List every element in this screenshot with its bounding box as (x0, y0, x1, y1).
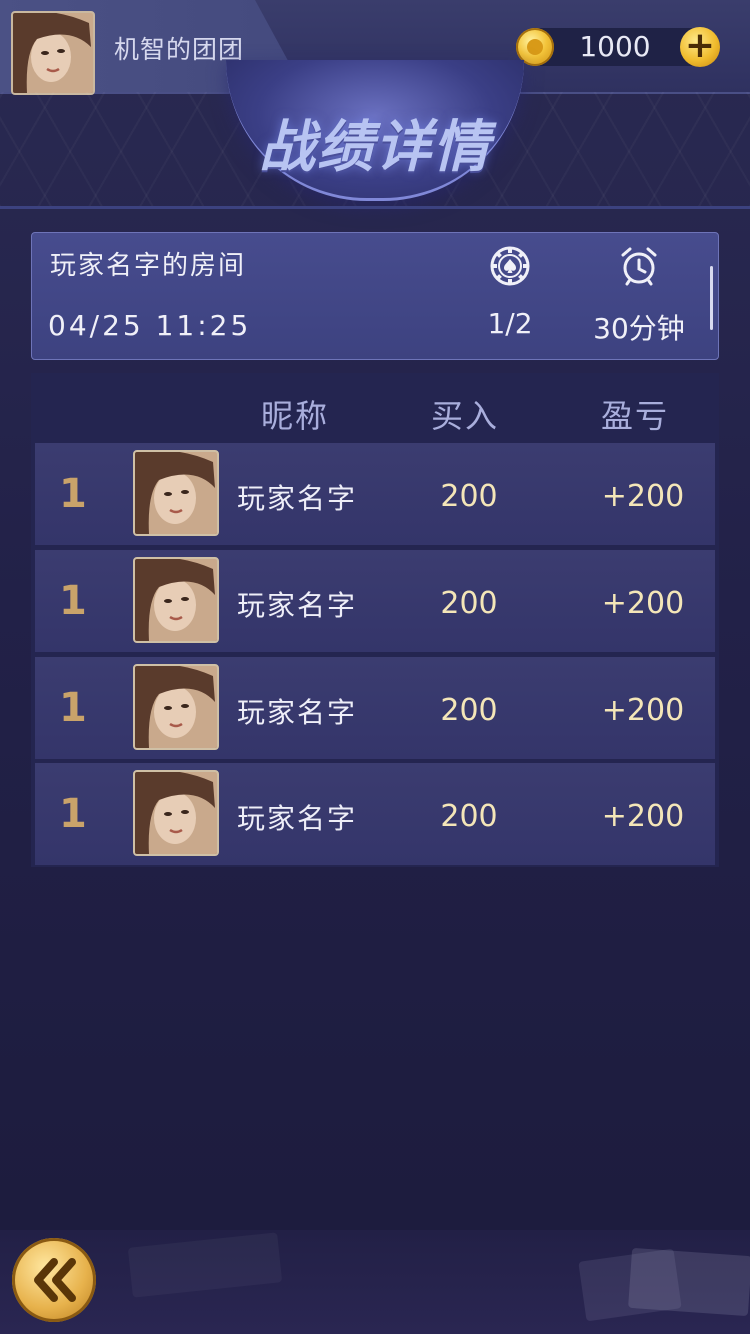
player-buyin: 200 (440, 693, 498, 728)
card-scrollbar[interactable] (710, 266, 713, 330)
user-avatar[interactable] (11, 11, 95, 95)
player-name: 玩家名字 (237, 802, 358, 835)
results-table: 昵称 买入 盈亏 1 玩家名字 200 +200 1 玩家名字 200 +200… (31, 373, 719, 867)
column-header-buyin: 买入 (431, 397, 500, 435)
room-info-card: 玩家名字的房间 04/25 11:25 1/2 30分钟 (31, 232, 719, 360)
player-avatar (133, 450, 219, 536)
back-button[interactable] (12, 1238, 96, 1322)
room-datetime: 04/25 11:25 (48, 309, 252, 342)
table-row[interactable]: 1 玩家名字 200 +200 (35, 443, 715, 545)
alarm-clock-icon (621, 247, 657, 286)
player-profit: +200 (601, 586, 685, 621)
player-profit: +200 (601, 693, 685, 728)
column-header-profit: 盈亏 (601, 397, 670, 435)
player-name: 玩家名字 (237, 589, 358, 622)
add-coins-button[interactable]: + (680, 27, 720, 67)
username: 机智的团团 (114, 35, 245, 64)
player-avatar (133, 664, 219, 750)
round-count: 1/2 (487, 307, 533, 340)
player-buyin: 200 (440, 479, 498, 514)
divider (0, 206, 750, 209)
table-row[interactable]: 1 玩家名字 200 +200 (35, 550, 715, 652)
table-row[interactable]: 1 玩家名字 200 +200 (35, 657, 715, 759)
player-avatar (133, 770, 219, 856)
player-name: 玩家名字 (237, 696, 358, 729)
player-name: 玩家名字 (237, 482, 358, 515)
player-buyin: 200 (440, 799, 498, 834)
player-rank: 1 (59, 685, 87, 731)
page-title: 战绩详情 (259, 115, 491, 180)
player-rank: 1 (59, 791, 87, 837)
poker-chip-icon (490, 246, 530, 286)
column-header-nickname: 昵称 (261, 397, 330, 435)
player-profit: +200 (601, 799, 685, 834)
room-name: 玩家名字的房间 (50, 251, 247, 281)
player-profit: +200 (601, 479, 685, 514)
coin-balance: 1000 (579, 30, 651, 63)
double-chevron-left-icon (34, 1258, 76, 1302)
player-avatar (133, 557, 219, 643)
plus-icon: + (684, 25, 716, 66)
player-rank: 1 (59, 578, 87, 624)
player-rank: 1 (59, 471, 87, 517)
table-row[interactable]: 1 玩家名字 200 +200 (35, 763, 715, 865)
game-duration: 30分钟 (593, 312, 685, 345)
player-buyin: 200 (440, 586, 498, 621)
decorative-card (628, 1247, 750, 1317)
